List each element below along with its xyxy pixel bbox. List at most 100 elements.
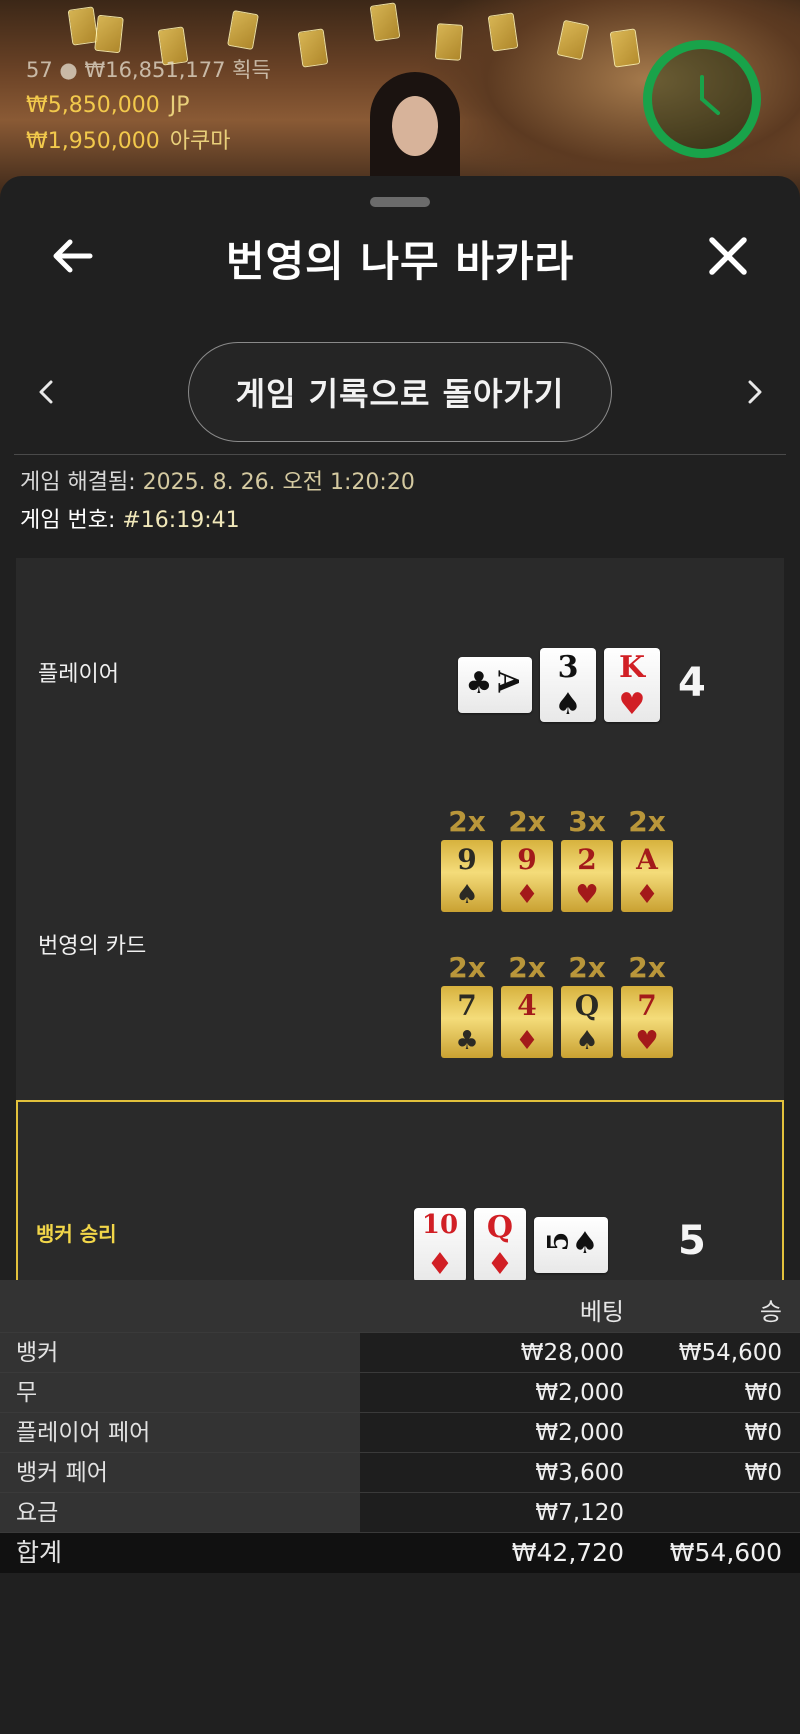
multiplier-label: 2x [448, 805, 486, 838]
page-title: 번영의 나무 바카라 [225, 237, 575, 286]
bet-name: 플레이어 페어 [0, 1413, 360, 1453]
return-to-history-button[interactable]: 게임 기록으로 돌아가기 [188, 342, 612, 442]
prosperity-cards-label: 번영의 카드 [38, 934, 147, 959]
win-amount: ₩54,600 [678, 1340, 782, 1366]
prosperity-card: 9 ♠ [441, 840, 493, 912]
bet-amount: ₩2,000 [535, 1420, 624, 1446]
playing-card: 5 ♠ [534, 1217, 608, 1273]
banker-win-label: 뱅커 승리 [36, 1222, 117, 1246]
table-row: 무 ₩2,000 ₩0 [0, 1372, 800, 1413]
multiplier-label: 2x [508, 951, 546, 984]
bet-amount: ₩3,600 [535, 1460, 624, 1486]
prosperity-card: 7 ♥ [621, 986, 673, 1058]
players-total-row: 57 ● ₩16,851,177 획득 [26, 52, 271, 88]
playing-card: K ♥ [604, 648, 660, 722]
bet-values: ₩2,000 ₩0 [360, 1413, 800, 1453]
win-amount: ₩0 [744, 1380, 782, 1406]
column-header-win: 승 [759, 1298, 782, 1326]
next-round-button[interactable] [735, 370, 775, 414]
sheet-header: 번영의 나무 바카라 [0, 206, 800, 306]
table-total-row: 합계 ₩42,720 ₩54,600 [0, 1532, 800, 1573]
total-values: ₩42,720 ₩54,600 [360, 1533, 800, 1573]
bet-name: 무 [0, 1373, 360, 1413]
bet-values: ₩7,120 [360, 1493, 800, 1533]
bets-table: 베팅 승 뱅커 ₩28,000 ₩54,600 무 ₩2,000 ₩0 플레이어… [0, 1280, 800, 1573]
prosperity-card: 9 ♦ [501, 840, 553, 912]
game-meta: 게임 해결됨: 2025. 8. 26. 오전 1:20:20 게임 번호: #… [20, 464, 415, 540]
total-amount-obscured: 1,177 [165, 58, 226, 82]
multiplier-label: 3x [568, 805, 606, 838]
table-row: 뱅커 ₩28,000 ₩54,600 [0, 1332, 800, 1373]
game-number-value: #16:19:41 [122, 508, 240, 533]
banker-cards: 10 ♦ Q ♦ 5 ♠ [414, 1208, 608, 1282]
gold-card-decoration [297, 28, 329, 68]
gold-card-decoration [67, 6, 99, 46]
dealer-face [392, 96, 438, 156]
players-count: 57 [26, 58, 53, 82]
multiplier-label: 2x [628, 951, 666, 984]
jackpot-row: ₩5,850,000 JP [26, 88, 271, 124]
total-win-amount: ₩54,600 [669, 1538, 782, 1567]
chevron-right-icon [748, 380, 762, 404]
banker-score: 5 [678, 1218, 706, 1264]
bet-values: ₩28,000 ₩54,600 [360, 1333, 800, 1373]
bets-table-header: 베팅 승 [0, 1280, 800, 1332]
playing-card: 10 ♦ [414, 1208, 466, 1282]
multiplier-label: 2x [508, 805, 546, 838]
player-cards: ♣ A 3 ♠ K ♥ [458, 648, 660, 722]
chevron-left-icon [39, 380, 53, 404]
betting-timer [643, 40, 761, 158]
gold-card-decoration [369, 2, 401, 42]
column-header-bet: 베팅 [579, 1298, 624, 1326]
round-navigation: 게임 기록으로 돌아가기 [0, 340, 800, 444]
bet-amount: ₩7,120 [535, 1500, 624, 1526]
jackpot-row: ₩1,950,000 아쿠마 [26, 124, 271, 160]
prosperity-cards-row-2: 2x 2x 2x 2x 7 ♣ 4 ♦ Q ♠ 7 ♥ [441, 950, 673, 1058]
prosperity-card: A ♦ [621, 840, 673, 912]
prosperity-card: Q ♠ [561, 986, 613, 1058]
bet-amount: ₩2,000 [535, 1380, 624, 1406]
gold-card-decoration [227, 10, 259, 50]
playing-card: Q ♦ [474, 1208, 526, 1282]
gold-card-decoration [609, 28, 641, 68]
divider [14, 454, 786, 455]
gold-card-decoration [487, 12, 519, 52]
table-row: 뱅커 페어 ₩3,600 ₩0 [0, 1452, 800, 1493]
playing-card: ♣ A [458, 657, 532, 713]
back-button[interactable] [40, 226, 104, 286]
resolved-label: 게임 해결됨: [20, 470, 136, 495]
resolved-value: 2025. 8. 26. 오전 1:20:20 [142, 470, 415, 495]
close-icon [709, 237, 747, 275]
win-amount: ₩0 [744, 1460, 782, 1486]
multiplier-label: 2x [568, 951, 606, 984]
win-amount: ₩0 [744, 1420, 782, 1446]
playing-card: 3 ♠ [540, 648, 596, 722]
player-label: 플레이어 [38, 662, 119, 687]
clock-icon [700, 75, 720, 115]
jackpot-amount: ₩1,950,000 [26, 129, 160, 154]
game-number-label: 게임 번호: [20, 508, 116, 533]
jackpot-label: 아쿠마 [169, 129, 231, 154]
bet-name: 뱅커 [0, 1333, 360, 1373]
previous-round-button[interactable] [26, 370, 66, 414]
bet-name: 뱅커 페어 [0, 1453, 360, 1493]
bet-values: ₩2,000 ₩0 [360, 1373, 800, 1413]
close-button[interactable] [694, 226, 762, 286]
total-suffix: 획득 [232, 58, 271, 82]
jackpot-label: JP [169, 93, 190, 118]
bet-amount: ₩28,000 [520, 1340, 624, 1366]
prosperity-card: 2 ♥ [561, 840, 613, 912]
table-stats: 57 ● ₩16,851,177 획득 ₩5,850,000 JP ₩1,950,… [26, 52, 271, 160]
round-result-panel: 플레이어 ♣ A 3 ♠ K ♥ 4 번영의 카드 2x 2x 3x 2x 9 [16, 558, 784, 1340]
multiplier-label: 2x [448, 951, 486, 984]
resolved-time-row: 게임 해결됨: 2025. 8. 26. 오전 1:20:20 [20, 464, 415, 502]
prosperity-card: 4 ♦ [501, 986, 553, 1058]
prosperity-cards-row-1: 2x 2x 3x 2x 9 ♠ 9 ♦ 2 ♥ A ♦ [441, 804, 673, 912]
table-row: 요금 ₩7,120 [0, 1492, 800, 1533]
total-bet-amount: ₩42,720 [511, 1538, 624, 1567]
gold-card-decoration [94, 14, 124, 54]
gold-card-decoration [434, 23, 464, 61]
table-row: 플레이어 페어 ₩2,000 ₩0 [0, 1412, 800, 1453]
bet-values: ₩3,600 ₩0 [360, 1453, 800, 1493]
person-icon: ● [59, 58, 78, 82]
